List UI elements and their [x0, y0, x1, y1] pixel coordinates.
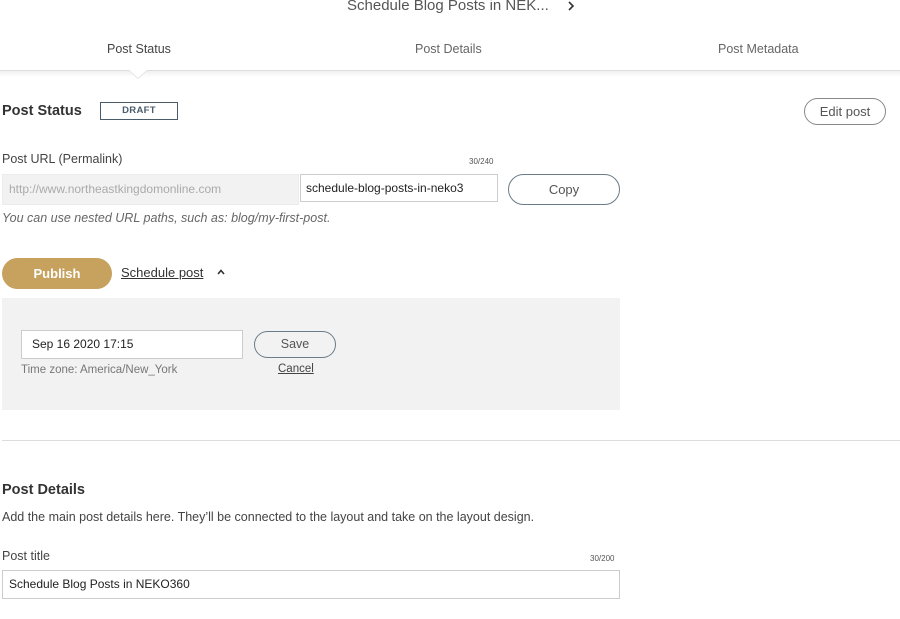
url-slug-input[interactable]: schedule-blog-posts-in-neko3 — [300, 174, 498, 202]
publish-button[interactable]: Publish — [2, 258, 112, 289]
cancel-schedule-link[interactable]: Cancel — [278, 363, 314, 375]
post-title-label: Post title — [2, 549, 50, 563]
post-url-label: Post URL (Permalink) — [2, 152, 123, 166]
post-details-description: Add the main post details here. They’ll … — [2, 510, 535, 524]
status-badge: DRAFT — [100, 102, 178, 120]
section-divider — [2, 440, 900, 441]
chevron-right-icon[interactable] — [566, 0, 576, 12]
timezone-label: Time zone: America/New_York — [21, 364, 178, 376]
copy-button[interactable]: Copy — [508, 174, 620, 205]
schedule-post-link[interactable]: Schedule post — [121, 265, 203, 280]
chevron-up-icon[interactable] — [216, 268, 226, 276]
edit-post-button[interactable]: Edit post — [804, 98, 886, 125]
url-base-field: http://www.northeastkingdomonline.com — [2, 174, 299, 205]
tab-post-metadata[interactable]: Post Metadata — [718, 42, 799, 56]
post-status-heading: Post Status — [2, 103, 82, 119]
url-hint: You can use nested URL paths, such as: b… — [2, 211, 331, 225]
tab-post-details[interactable]: Post Details — [415, 42, 482, 56]
post-title-input[interactable]: Schedule Blog Posts in NEKO360 — [2, 570, 620, 599]
tab-bar: Post Status Post Details Post Metadata — [0, 38, 900, 71]
post-details-heading: Post Details — [2, 482, 85, 498]
active-tab-pointer — [129, 70, 147, 78]
top-header: Schedule Blog Posts in NEK... — [0, 0, 900, 20]
save-schedule-button[interactable]: Save — [254, 331, 336, 358]
post-url-counter: 30/240 — [469, 157, 494, 166]
schedule-datetime-input[interactable]: Sep 16 2020 17:15 — [21, 330, 243, 359]
page-title: Schedule Blog Posts in NEK... — [347, 0, 549, 14]
post-title-counter: 30/200 — [590, 554, 615, 563]
tab-post-status[interactable]: Post Status — [107, 42, 171, 56]
